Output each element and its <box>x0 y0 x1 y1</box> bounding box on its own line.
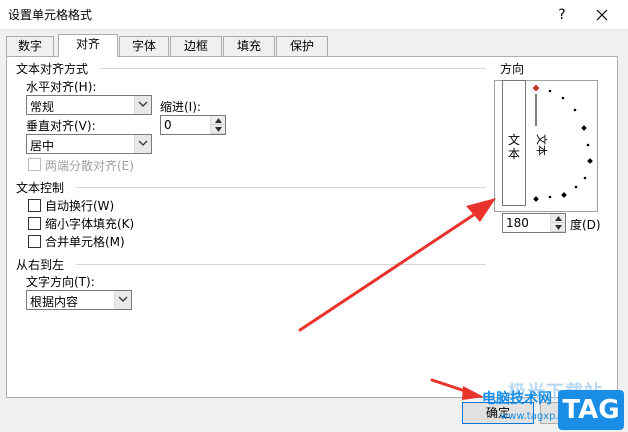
indent-label: 缩进(I): <box>160 100 201 114</box>
indent-increase[interactable] <box>211 116 225 125</box>
close-button[interactable] <box>588 3 616 27</box>
dial-tick <box>548 195 552 199</box>
dial-tick <box>586 143 590 147</box>
vertical-align-value: 居中 <box>30 139 55 153</box>
title-bar: 设置单元格格式 ? <box>0 0 628 30</box>
degrees-value: 180 <box>506 216 529 230</box>
tab-protection[interactable]: 保护 <box>276 36 328 56</box>
shrink-to-fit-label: 缩小字体填充(K) <box>45 217 135 231</box>
horizontal-align-label: 水平对齐(H): <box>26 80 97 94</box>
watermark-tag-logo: TAG <box>558 390 624 430</box>
wrap-text-label: 自动换行(W) <box>45 199 115 213</box>
dial-mark-major <box>533 196 539 202</box>
chevron-up-icon <box>215 118 222 123</box>
group-divider <box>100 68 486 69</box>
text-direction-label: 文字方向(T): <box>26 275 95 289</box>
justify-distributed-label: 两端分散对齐(E) <box>45 159 134 173</box>
group-divider <box>76 264 486 265</box>
dial-mark-major <box>561 192 567 198</box>
indent-decrease[interactable] <box>211 125 225 134</box>
text-direction-select[interactable]: 根据内容 <box>26 290 132 310</box>
vertical-align-label: 垂直对齐(V): <box>26 119 96 133</box>
dial-tick <box>583 176 587 180</box>
text-direction-dropdown[interactable] <box>114 291 131 309</box>
horizontal-align-value: 常规 <box>30 100 55 114</box>
text-direction-value: 根据内容 <box>30 295 79 309</box>
degrees-spinner[interactable]: 180 <box>502 213 566 233</box>
degrees-increase[interactable] <box>551 214 565 223</box>
dial-text-label: 文本 <box>535 134 549 156</box>
indent-spinner[interactable]: 0 <box>160 115 226 135</box>
text-alignment-title: 文本对齐方式 <box>16 60 93 77</box>
merge-cells-checkbox[interactable] <box>28 235 41 248</box>
dial-tick <box>574 185 578 189</box>
tab-alignment[interactable]: 对齐 <box>58 34 118 57</box>
orientation-dial[interactable]: 文本 <box>528 80 598 210</box>
dial-marker-red[interactable] <box>532 84 540 92</box>
dial-tick <box>573 108 577 112</box>
justify-distributed-checkbox[interactable] <box>28 158 41 171</box>
chevron-down-icon <box>138 101 148 107</box>
indent-value: 0 <box>164 118 172 132</box>
chevron-down-icon <box>215 127 222 132</box>
tab-border[interactable]: 边框 <box>170 36 222 56</box>
dial-mark-major <box>581 125 587 131</box>
dial-tick <box>561 96 565 100</box>
dial-mark-major <box>587 158 593 164</box>
degrees-label: 度(D) <box>570 218 601 232</box>
watermark-site-name: 电脑技术网 <box>482 391 552 407</box>
tab-fill[interactable]: 填充 <box>223 36 275 56</box>
dial-tick <box>548 89 552 93</box>
degrees-decrease[interactable] <box>551 223 565 232</box>
group-divider <box>76 187 486 188</box>
right-to-left-title: 从右到左 <box>16 256 69 273</box>
vertical-text-button[interactable]: 文本 <box>502 80 526 206</box>
vertical-text-label: 文本 <box>507 133 520 161</box>
chevron-down-icon <box>555 225 562 230</box>
orientation-title: 方向 <box>500 60 529 77</box>
help-button[interactable]: ? <box>550 4 574 26</box>
horizontal-align-dropdown[interactable] <box>134 96 151 114</box>
chevron-down-icon <box>138 140 148 146</box>
vertical-align-dropdown[interactable] <box>134 135 151 153</box>
tab-font[interactable]: 字体 <box>119 36 169 56</box>
merge-cells-label: 合并单元格(M) <box>45 235 125 249</box>
text-control-title: 文本控制 <box>16 179 69 196</box>
close-icon <box>596 9 608 21</box>
chevron-up-icon <box>555 216 562 221</box>
horizontal-align-select[interactable]: 常规 <box>26 95 152 115</box>
wrap-text-checkbox[interactable] <box>28 199 41 212</box>
tab-number[interactable]: 数字 <box>6 36 54 56</box>
shrink-to-fit-checkbox[interactable] <box>28 217 41 230</box>
window-title: 设置单元格格式 <box>8 8 93 22</box>
vertical-align-select[interactable]: 居中 <box>26 134 152 154</box>
chevron-down-icon <box>118 296 128 302</box>
